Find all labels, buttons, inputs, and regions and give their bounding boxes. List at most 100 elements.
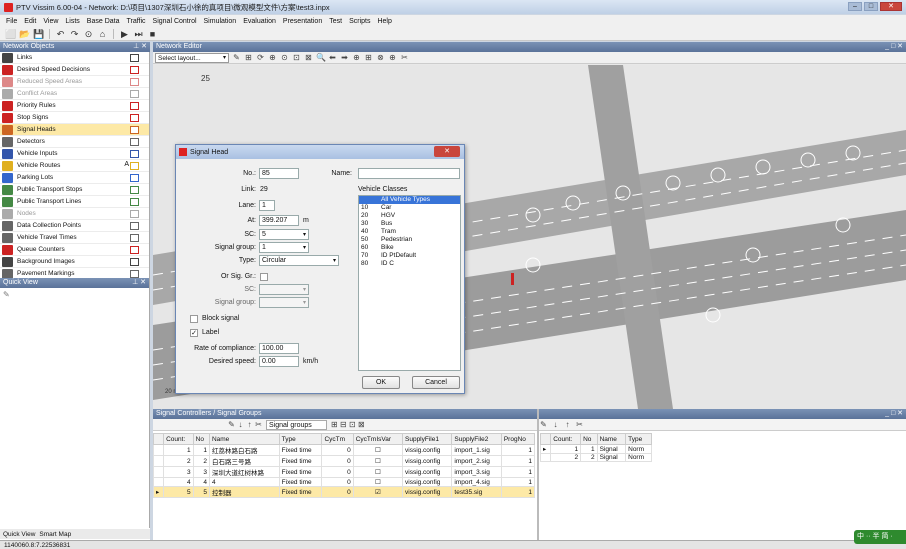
network-tool-5-icon[interactable]: ⊡	[292, 53, 301, 62]
column-header-type[interactable]: Type	[278, 433, 323, 445]
menu-item-scripts[interactable]: Scripts	[349, 18, 370, 25]
network-tool-9-icon[interactable]: ➡	[340, 53, 349, 62]
menu-item-edit[interactable]: Edit	[24, 18, 36, 25]
redo-icon[interactable]: ↷	[69, 29, 80, 39]
rate-of-compliance-field[interactable]: 100.00	[259, 343, 299, 354]
cell-prog[interactable]: 1	[500, 455, 536, 467]
network-object-desired-speed-decisions[interactable]: Desired Speed Decisions	[0, 64, 149, 76]
network-object-color-swatch[interactable]	[130, 246, 139, 254]
network-object-links[interactable]: Links	[0, 52, 149, 64]
cell-no[interactable]: 5	[192, 486, 210, 498]
signal-group-column-no[interactable]: No	[580, 433, 598, 445]
cell-f2[interactable]: import_3.sig	[451, 466, 502, 478]
signal-tool-2-icon[interactable]: ↑	[245, 420, 254, 429]
cell-no[interactable]: 1	[192, 444, 210, 456]
cell-count[interactable]: 5	[163, 486, 194, 498]
network-object-color-swatch[interactable]	[130, 102, 139, 110]
cell-prog[interactable]: 1	[500, 444, 536, 456]
cell-type[interactable]: Fixed time	[278, 477, 323, 487]
block-signal-checkbox[interactable]	[190, 315, 198, 323]
signal-group-column-count[interactable]: Count:	[550, 433, 582, 445]
network-object-priority-rules[interactable]: Priority Rules	[0, 100, 149, 112]
tab-quick-view[interactable]: Quick View	[3, 531, 35, 538]
table-row[interactable]: 2 2 白石路三号路 Fixed time 0 ☐ vissig.config import_…	[152, 455, 536, 467]
network-editor-window-controls[interactable]: _ □ ✕	[885, 42, 903, 52]
network-object-color-swatch[interactable]	[130, 138, 139, 146]
quick-view-pin-close[interactable]: ⊥ ✕	[132, 278, 146, 288]
name-field[interactable]	[358, 168, 460, 179]
vehicle-class-item[interactable]: 80 ID C	[359, 260, 460, 268]
network-object-public-transport-lines[interactable]: Public Transport Lines	[0, 196, 149, 208]
signal-group2-select[interactable]	[259, 297, 309, 308]
cell-prog[interactable]: 1	[500, 486, 536, 498]
network-object-color-swatch[interactable]	[130, 150, 139, 158]
cell-f2[interactable]: import_4.sig	[451, 477, 502, 487]
column-header-progno[interactable]: ProgNo	[500, 433, 536, 445]
target-icon[interactable]: ⊙	[83, 29, 94, 39]
menu-item-presentation[interactable]: Presentation	[283, 18, 322, 25]
network-tool-14-icon[interactable]: ✂	[400, 53, 409, 62]
network-object-vehicle-inputs[interactable]: Vehicle Inputs	[0, 148, 149, 160]
signal-group-tool-1-icon[interactable]: ↓	[551, 420, 560, 429]
signal-group-column-name[interactable]: Name	[596, 433, 627, 445]
at-field[interactable]: 399.207	[259, 215, 299, 226]
signal-group-tool-2-icon[interactable]: ↑	[563, 420, 572, 429]
cell-no[interactable]: 4	[192, 477, 210, 487]
column-header-name[interactable]: Name	[208, 433, 280, 445]
cell-no[interactable]: 3	[192, 466, 210, 478]
cell-count[interactable]: 1	[550, 444, 582, 454]
menu-item-evaluation[interactable]: Evaluation	[243, 18, 276, 25]
cell-cyc[interactable]: 0	[321, 455, 354, 467]
cell-count[interactable]: 2	[550, 453, 582, 462]
home-icon[interactable]: ⌂	[97, 29, 108, 39]
column-header-count[interactable]: Count:	[163, 433, 194, 445]
minimize-button[interactable]: –	[848, 2, 862, 11]
panel-splitter[interactable]	[537, 409, 539, 540]
network-tool-3-icon[interactable]: ⊕	[268, 53, 277, 62]
network-tool-0-icon[interactable]: ✎	[232, 53, 241, 62]
table-row[interactable]: ▸ 1 1 Signal Norm	[539, 444, 652, 454]
network-object-signal-heads[interactable]: Signal Heads	[0, 124, 149, 136]
network-tool-11-icon[interactable]: ⊞	[364, 53, 373, 62]
menu-item-traffic[interactable]: Traffic	[126, 18, 145, 25]
network-tool-13-icon[interactable]: ⊕	[388, 53, 397, 62]
menu-item-file[interactable]: File	[6, 18, 17, 25]
network-object-color-swatch[interactable]	[130, 90, 139, 98]
cell-name[interactable]: 控制器	[208, 486, 280, 498]
network-object-color-swatch[interactable]	[130, 162, 139, 170]
cell-var[interactable]: ☑	[352, 486, 404, 498]
cell-f1[interactable]: vissig.config	[401, 466, 453, 478]
cell-prog[interactable]: 1	[500, 477, 536, 487]
cell-cyc[interactable]: 0	[321, 444, 354, 456]
network-object-color-swatch[interactable]	[130, 186, 139, 194]
signal-tool2-1-icon[interactable]: ⊟	[339, 420, 348, 429]
signal-tool2-2-icon[interactable]: ⊡	[348, 420, 357, 429]
cell-count[interactable]: 1	[163, 444, 194, 456]
signal-head-marker[interactable]	[511, 273, 514, 285]
desired-speed-field[interactable]: 0.00	[259, 356, 299, 367]
new-icon[interactable]: ⬜	[5, 29, 16, 39]
menu-item-help[interactable]: Help	[377, 18, 391, 25]
menu-item-simulation[interactable]: Simulation	[204, 18, 237, 25]
maximize-button[interactable]: □	[864, 2, 878, 11]
network-object-detectors[interactable]: Detectors	[0, 136, 149, 148]
signal-tool-1-icon[interactable]: ↓	[236, 420, 245, 429]
cell-count[interactable]: 4	[163, 477, 194, 487]
network-object-color-swatch[interactable]	[130, 234, 139, 242]
cell-no[interactable]: 2	[192, 455, 210, 467]
table-row[interactable]: 3 3 深圳大道红树林路 Fixed time 0 ☐ vissig.config impor…	[152, 466, 536, 478]
sc-select[interactable]: 5	[259, 229, 309, 240]
table-row[interactable]: ▸ 5 5 控制器 Fixed time 0 ☑ vissig.config test35.si…	[152, 486, 536, 498]
tab-smart-map[interactable]: Smart Map	[39, 531, 71, 538]
cell-cyc[interactable]: 0	[321, 486, 354, 498]
cancel-button[interactable]: Cancel	[412, 376, 460, 389]
cell-name[interactable]: Signal	[596, 453, 627, 462]
cell-f1[interactable]: vissig.config	[401, 477, 453, 487]
network-object-color-swatch[interactable]	[130, 126, 139, 134]
menu-item-signal-control[interactable]: Signal Control	[153, 18, 197, 25]
network-objects-pin-close[interactable]: ⊥ ✕	[133, 42, 147, 52]
network-object-nodes[interactable]: Nodes	[0, 208, 149, 220]
network-object-color-swatch[interactable]	[130, 222, 139, 230]
signal-tool-3-icon[interactable]: ✂	[254, 420, 263, 429]
play-icon[interactable]: ▶	[119, 29, 130, 39]
